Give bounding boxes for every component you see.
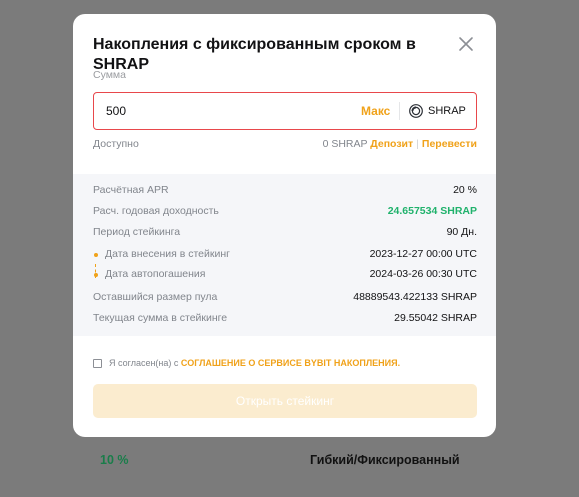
- info-row-pool: Оставшийся размер пула 48889543.422133 S…: [93, 291, 477, 305]
- pool-label: Оставшийся размер пула: [93, 291, 218, 303]
- available-label: Доступно: [93, 138, 139, 150]
- yield-label: Расч. годовая доходность: [93, 205, 219, 217]
- period-label: Период стейкинга: [93, 226, 181, 238]
- agreement-text: Я согласен(на) с СОГЛАШЕНИЕ О СЕРВИСЕ BY…: [109, 358, 400, 368]
- yield-value: 24.657534 SHRAP: [387, 205, 477, 217]
- info-row-period: Период стейкинга 90 Дн.: [93, 226, 477, 240]
- period-value: 90 Дн.: [446, 226, 477, 238]
- link-separator: |: [416, 138, 419, 150]
- timeline-dot: [94, 273, 98, 277]
- info-row-staked: Текущая сумма в стейкинге 29.55042 SHRAP: [93, 312, 477, 326]
- background-apr: 10 %: [100, 453, 129, 467]
- max-button[interactable]: Макс: [361, 104, 390, 118]
- end-date-label: Дата автопогашения: [105, 268, 206, 280]
- end-date-value: 2024-03-26 00:30 UTC: [369, 268, 477, 280]
- timeline-dot: [94, 253, 98, 257]
- available-actions: 0 SHRAP Депозит | Перевести: [323, 138, 477, 150]
- divider: [399, 102, 400, 120]
- amount-label: Сумма: [93, 69, 126, 81]
- fixed-savings-modal: Накопления с фиксированным сроком в SHRA…: [73, 14, 496, 437]
- agreement-link[interactable]: СОГЛАШЕНИЕ О СЕРВИСЕ BYBIT НАКОПЛЕНИЯ.: [181, 358, 400, 368]
- info-row-end-date: Дата автопогашения 2024-03-26 00:30 UTC: [93, 268, 477, 282]
- pool-value: 48889543.422133 SHRAP: [353, 291, 477, 303]
- info-row-apr: Расчётная APR 20 %: [93, 184, 477, 198]
- start-date-label: Дата внесения в стейкинг: [105, 248, 230, 260]
- staked-value: 29.55042 SHRAP: [394, 312, 477, 324]
- staked-label: Текущая сумма в стейкинге: [93, 312, 228, 324]
- start-date-value: 2023-12-27 00:00 UTC: [369, 248, 477, 260]
- background-product-type: Гибкий/Фиксированный: [310, 453, 460, 467]
- deposit-link[interactable]: Депозит: [370, 138, 413, 150]
- info-row-start-date: Дата внесения в стейкинг 2023-12-27 00:0…: [93, 248, 477, 262]
- agreement-checkbox[interactable]: [93, 359, 102, 368]
- transfer-link[interactable]: Перевести: [422, 138, 477, 150]
- amount-field: Макс SHRAP: [93, 92, 477, 130]
- available-row: Доступно 0 SHRAP Депозит | Перевести: [93, 138, 477, 154]
- agreement-prefix: Я согласен(на) с: [109, 358, 179, 368]
- shrap-coin-icon: [409, 104, 423, 118]
- coin-name: SHRAP: [428, 105, 466, 117]
- modal-title: Накопления с фиксированным сроком в SHRA…: [93, 36, 416, 73]
- available-value: 0 SHRAP: [322, 138, 368, 150]
- open-staking-button[interactable]: Открыть стейкинг: [93, 384, 477, 418]
- info-row-yield: Расч. годовая доходность 24.657534 SHRAP: [93, 205, 477, 219]
- amount-input[interactable]: [106, 93, 306, 129]
- apr-label: Расчётная APR: [93, 184, 169, 196]
- apr-value: 20 %: [453, 184, 477, 196]
- close-icon[interactable]: [456, 34, 476, 54]
- background-product-row: 10 % Гибкий/Фиксированный: [0, 445, 579, 475]
